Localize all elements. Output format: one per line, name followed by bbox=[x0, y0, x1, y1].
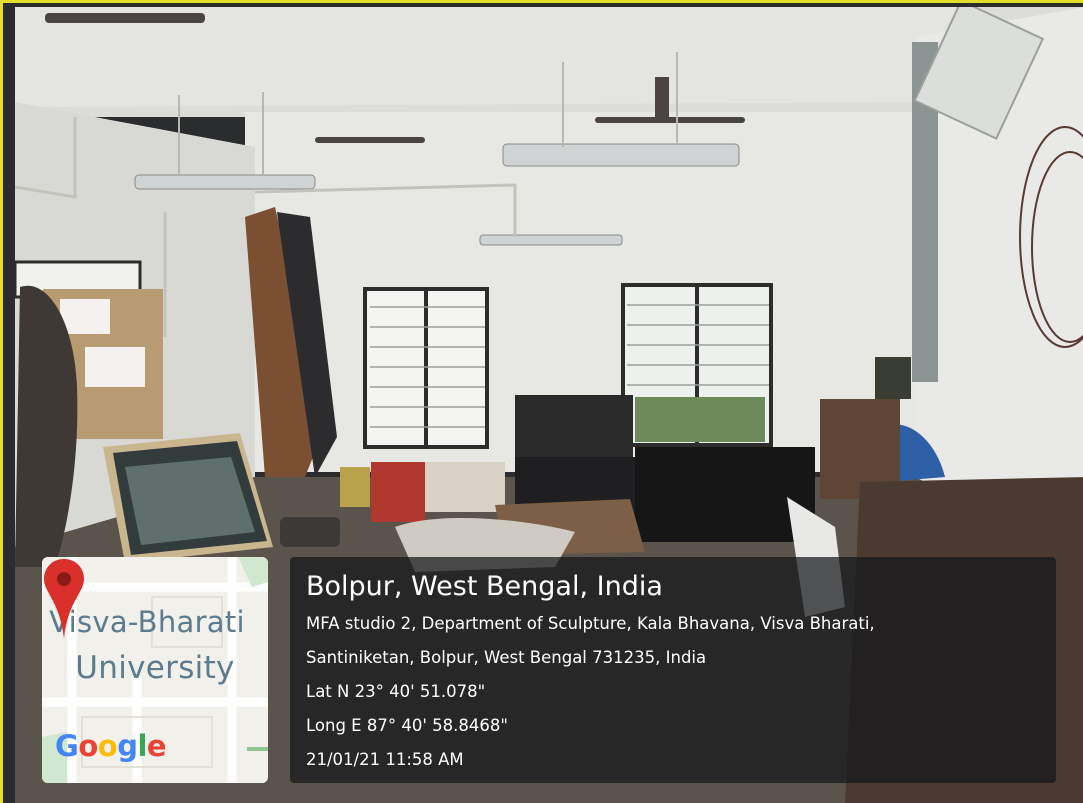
google-logo-letter: G bbox=[55, 729, 79, 763]
address-line-1: MFA studio 2, Department of Sculpture, K… bbox=[306, 614, 875, 633]
google-logo-letter: o bbox=[97, 729, 118, 763]
address-line-2: Santiniketan, Bolpur, West Bengal 731235… bbox=[306, 648, 707, 667]
google-logo-letter: g bbox=[117, 729, 138, 763]
google-logo-letter: e bbox=[146, 729, 167, 763]
map-pin-icon bbox=[44, 559, 84, 639]
geotag-info-panel: Bolpur, West Bengal, India MFA studio 2,… bbox=[290, 557, 1056, 783]
photo-frame: Visva-Bharati University Google Bolpur, … bbox=[0, 0, 1083, 803]
location-map-thumbnail[interactable]: Visva-Bharati University Google bbox=[42, 557, 268, 783]
google-logo-letter: o bbox=[78, 729, 98, 763]
longitude-text: Long E 87° 40' 58.8468" bbox=[306, 716, 508, 735]
latitude-text: Lat N 23° 40' 51.078" bbox=[306, 682, 486, 701]
map-place-label-line2: University bbox=[75, 650, 235, 686]
google-logo-letter: l bbox=[137, 729, 147, 763]
left-border bbox=[3, 3, 15, 803]
google-logo: Google bbox=[55, 729, 167, 763]
timestamp-text: 21/01/21 11:58 AM bbox=[306, 750, 464, 769]
location-title: Bolpur, West Bengal, India bbox=[306, 571, 663, 602]
